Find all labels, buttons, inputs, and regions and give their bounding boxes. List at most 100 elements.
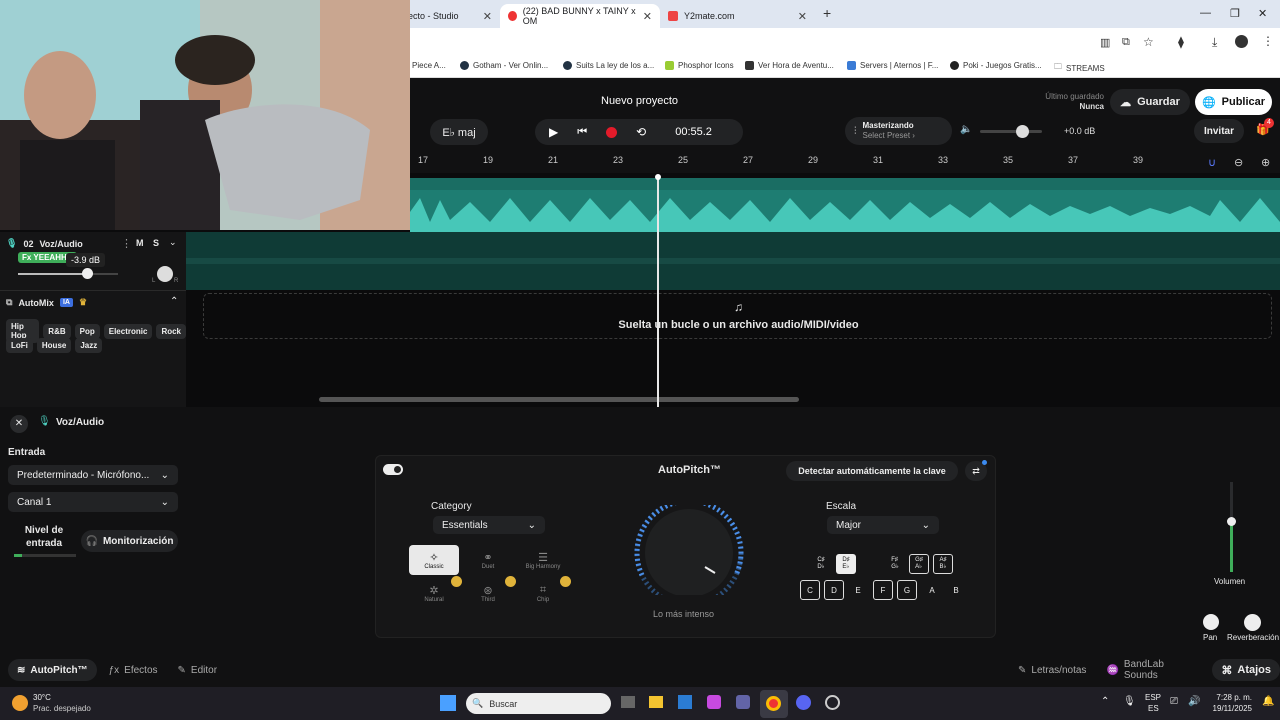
- volume-fader[interactable]: [1227, 482, 1236, 572]
- chevron-down-icon[interactable]: ⌄: [169, 237, 177, 248]
- tab-editor[interactable]: ✎ Editor: [170, 659, 226, 681]
- genre-chip[interactable]: Pop: [74, 323, 100, 339]
- zoom-out-icon[interactable]: ⊖: [1234, 156, 1243, 169]
- input-device-select[interactable]: Predeterminado - Micrófono... ⌄: [8, 465, 178, 485]
- tab-autopitch[interactable]: ≋ AutoPitch™: [8, 659, 97, 681]
- teams-icon[interactable]: [736, 695, 750, 709]
- bookmark-item[interactable]: Phosphor Icons: [665, 61, 734, 70]
- mastering-button[interactable]: ⫶ Masterizando Select Preset ›: [845, 117, 952, 145]
- keyboard-layout[interactable]: ES: [1148, 704, 1159, 713]
- track-lane-voice[interactable]: [186, 232, 1280, 290]
- tab-youtube[interactable]: (22) BAD BUNNY x TAINY x OM ✕: [500, 4, 660, 28]
- save-button[interactable]: ☁ Guardar: [1110, 89, 1190, 115]
- notifications-icon[interactable]: 🔔: [1262, 696, 1274, 707]
- channel-select[interactable]: Canal 1 ⌄: [8, 492, 178, 512]
- speaker-icon[interactable]: 🔊: [1188, 696, 1200, 707]
- genre-chip[interactable]: Electronic: [103, 323, 153, 339]
- copilot-icon[interactable]: [707, 695, 721, 709]
- bookmark-item[interactable]: Piece A...: [412, 61, 446, 70]
- play-icon[interactable]: ▶: [549, 125, 558, 139]
- automix-header[interactable]: ⧉ AutoMix IA ♛: [6, 297, 87, 308]
- new-tab-icon[interactable]: +: [823, 5, 831, 21]
- genre-chip[interactable]: R&B: [43, 323, 71, 339]
- chevron-up-icon[interactable]: ⌃: [170, 296, 178, 307]
- vscode-icon[interactable]: [678, 695, 692, 709]
- key-f[interactable]: F: [873, 580, 893, 600]
- key-a[interactable]: A: [922, 580, 942, 600]
- slider-thumb[interactable]: [82, 268, 93, 279]
- mic-icon[interactable]: 🎙: [1123, 696, 1136, 707]
- clock-date[interactable]: 19/11/2025: [1205, 704, 1252, 713]
- playhead[interactable]: [657, 177, 659, 407]
- menu-icon[interactable]: ⋮: [1262, 34, 1274, 48]
- bookmark-item[interactable]: Servers | Aternos | F...: [847, 61, 938, 70]
- zoom-in-icon[interactable]: ⊕: [1261, 156, 1270, 169]
- master-volume-slider[interactable]: [980, 125, 1042, 138]
- key-csharp[interactable]: C♯ D♭: [811, 554, 831, 574]
- publish-button[interactable]: 🌐 Publicar: [1195, 89, 1272, 115]
- shortcuts-button[interactable]: ⌘ Atajos: [1212, 659, 1280, 681]
- taskbar-search[interactable]: 🔍 Buscar: [466, 693, 611, 714]
- solo-button[interactable]: S: [153, 238, 159, 248]
- key-c[interactable]: C: [800, 580, 820, 600]
- profile-avatar[interactable]: [1235, 35, 1248, 48]
- close-icon[interactable]: ✕: [798, 10, 807, 23]
- tab-y2mate[interactable]: Y2mate.com ✕: [660, 4, 815, 28]
- scale-select[interactable]: Major ⌄: [827, 516, 939, 534]
- bookmark-item[interactable]: Poki - Juegos Gratis...: [950, 61, 1042, 70]
- pan-knob[interactable]: [1203, 614, 1219, 630]
- key-g[interactable]: G: [897, 580, 917, 600]
- key-dsharp[interactable]: D♯ E♭: [836, 554, 856, 574]
- audio-clip-waveform[interactable]: [410, 178, 1280, 232]
- reverb-knob[interactable]: [1244, 614, 1261, 631]
- close-icon[interactable]: ✕: [483, 10, 492, 23]
- monitoring-button[interactable]: 🎧 Monitorización: [81, 530, 178, 552]
- loop-icon[interactable]: ⟲: [636, 125, 646, 139]
- tab-studio[interactable]: ecto - Studio ✕: [400, 4, 500, 28]
- windows-start-icon[interactable]: [440, 695, 456, 711]
- key-gsharp[interactable]: G♯ A♭: [909, 554, 929, 574]
- skip-back-icon[interactable]: ⏮: [577, 126, 587, 139]
- key-b[interactable]: B: [946, 580, 966, 600]
- record-icon[interactable]: [606, 126, 618, 138]
- mode-big-harmony[interactable]: ☰ Big Harmony: [518, 545, 568, 575]
- detect-key-button[interactable]: Detectar automáticamente la clave: [786, 461, 958, 481]
- volume-icon[interactable]: 🔈: [960, 124, 972, 135]
- bookmark-item[interactable]: Suits La ley de los a...: [563, 61, 654, 70]
- file-explorer-icon[interactable]: [649, 696, 663, 708]
- key-asharp[interactable]: A♯ B♭: [933, 554, 953, 574]
- chrome-icon[interactable]: [766, 696, 781, 711]
- key-d[interactable]: D: [824, 580, 844, 600]
- drop-zone[interactable]: ♫ Suelta un bucle o un archivo audio/MID…: [203, 293, 1272, 339]
- genre-chip[interactable]: House: [36, 338, 72, 353]
- project-title[interactable]: Nuevo proyecto: [601, 95, 678, 107]
- lyrics-button[interactable]: ✎ Letras/notas: [1012, 665, 1092, 676]
- obs-icon[interactable]: [825, 695, 840, 710]
- more-icon[interactable]: ⋮: [121, 237, 132, 250]
- download-icon[interactable]: ⤓: [1212, 35, 1217, 50]
- genre-chip[interactable]: LoFi: [6, 338, 33, 353]
- clock-time[interactable]: 7:28 p. m.: [1212, 693, 1252, 702]
- track-name[interactable]: Voz/Audio: [39, 239, 82, 249]
- tab-effects[interactable]: ƒx Efectos: [101, 659, 166, 681]
- bookmark-item[interactable]: Gotham - Ver Onlin...: [460, 61, 548, 70]
- close-icon[interactable]: ✕: [10, 415, 28, 433]
- invite-button[interactable]: Invitar: [1194, 119, 1244, 143]
- track-pan-knob[interactable]: [157, 266, 173, 282]
- playhead-handle[interactable]: [655, 174, 661, 180]
- task-view-icon[interactable]: [621, 696, 635, 708]
- extensions-icon[interactable]: ⧫: [1178, 35, 1184, 49]
- mute-button[interactable]: M: [136, 238, 144, 248]
- weather-icon[interactable]: [12, 695, 28, 711]
- network-icon[interactable]: ⎚: [1170, 696, 1178, 707]
- maximize-icon[interactable]: ❐: [1230, 7, 1240, 20]
- close-icon[interactable]: ✕: [643, 10, 652, 23]
- reading-list-icon[interactable]: ▥: [1100, 36, 1110, 49]
- bookmark-star-icon[interactable]: ☆: [1143, 35, 1154, 49]
- key-fsharp[interactable]: F♯ G♭: [885, 554, 905, 574]
- mode-classic[interactable]: ✧ Classic: [409, 545, 459, 575]
- chevron-up-icon[interactable]: ⌃: [1101, 696, 1109, 707]
- window-close-icon[interactable]: ✕: [1258, 7, 1267, 20]
- mode-duet[interactable]: ⚭ Duet: [463, 545, 513, 575]
- intensity-knob[interactable]: [632, 498, 747, 608]
